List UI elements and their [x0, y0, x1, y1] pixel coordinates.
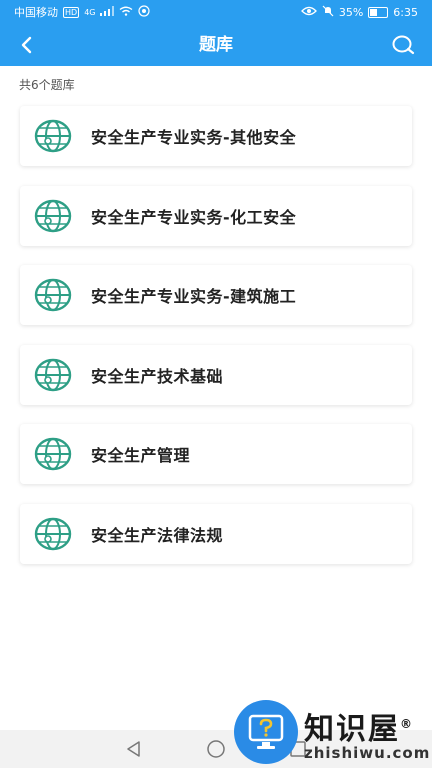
- watermark-logo: 知识屋® zhishiwu.com: [234, 700, 432, 768]
- circle-home-icon: [207, 740, 225, 758]
- battery-percent: 35%: [338, 5, 364, 19]
- eye-icon: [300, 6, 317, 19]
- question-bank-list: 安全生产专业实务-其他安全 安全生产专业实务-化工安全 安全生产专业实务-建筑施…: [20, 106, 412, 584]
- list-item-label: 安全生产专业实务-化工安全: [91, 207, 297, 227]
- globe-icon: [33, 434, 73, 474]
- sync-icon: [138, 4, 151, 20]
- carrier-label: 中国移动: [14, 6, 58, 19]
- status-bar: 中国移动 HD 4G 35% 6:35: [0, 0, 432, 24]
- list-item[interactable]: 安全生产专业实务-其他安全: [20, 106, 412, 166]
- watermark-domain: zhishiwu.com: [304, 744, 431, 762]
- list-item[interactable]: 安全生产专业实务-化工安全: [20, 185, 412, 246]
- nav-back-button[interactable]: [123, 738, 145, 760]
- hd-badge: HD: [63, 6, 80, 18]
- bank-count: 共6个题库: [19, 78, 75, 92]
- list-item[interactable]: 安全生产法律法规: [20, 503, 412, 564]
- globe-icon: [33, 116, 73, 156]
- globe-icon: [33, 275, 73, 315]
- question-monitor-icon: [234, 700, 298, 764]
- watermark-name-text: 知识屋: [304, 712, 400, 747]
- watermark-name: 知识屋®: [304, 704, 414, 748]
- page-title: 题库: [199, 35, 233, 55]
- registered-mark: ®: [400, 717, 414, 731]
- triangle-back-icon: [127, 741, 140, 757]
- globe-icon: [33, 196, 73, 236]
- signal-icon: [100, 5, 115, 19]
- clock-time: 6:35: [393, 5, 418, 19]
- mute-bell-icon: [322, 5, 334, 20]
- nav-bar: 题库: [0, 24, 432, 66]
- nav-home-button[interactable]: [205, 738, 227, 760]
- list-item-label: 安全生产管理: [91, 446, 191, 466]
- list-item-label: 安全生产技术基础: [91, 366, 224, 386]
- back-button[interactable]: [14, 33, 38, 57]
- list-item-label: 安全生产专业实务-其他安全: [91, 128, 297, 147]
- globe-icon: [33, 355, 73, 395]
- chevron-left-icon: [21, 36, 32, 54]
- list-item-label: 安全生产法律法规: [91, 525, 224, 545]
- list-item-label: 安全生产专业实务-建筑施工: [91, 287, 297, 307]
- search-button[interactable]: [390, 33, 416, 57]
- list-item[interactable]: 安全生产技术基础: [20, 344, 412, 405]
- network-label: 4G: [84, 7, 96, 17]
- globe-icon: [33, 514, 73, 554]
- wifi-icon: [119, 6, 133, 19]
- list-item[interactable]: 安全生产专业实务-建筑施工: [20, 265, 412, 326]
- search-icon: [392, 35, 415, 55]
- battery-icon: [368, 6, 389, 18]
- list-item[interactable]: 安全生产管理: [20, 424, 412, 485]
